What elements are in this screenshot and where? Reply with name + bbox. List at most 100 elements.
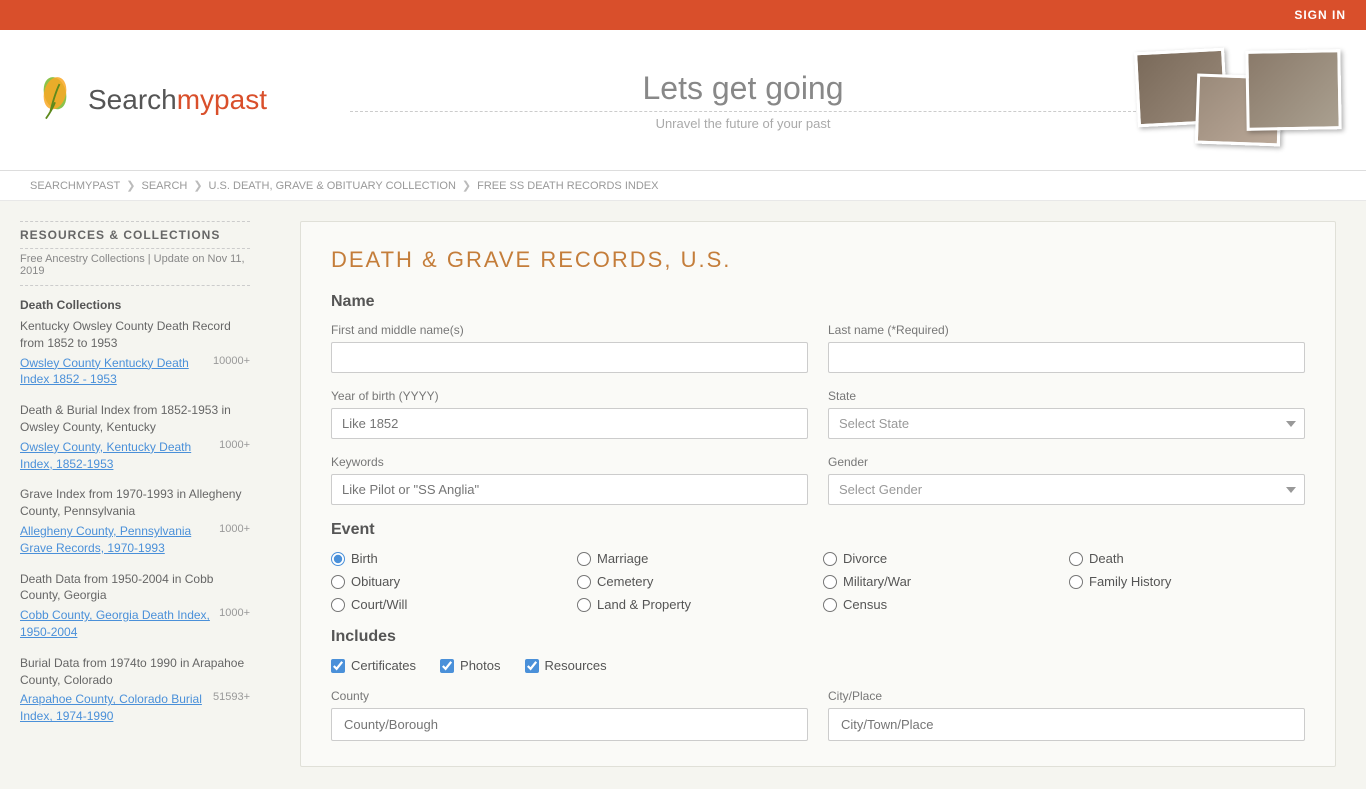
first-name-input[interactable] xyxy=(331,342,808,373)
event-marriage-radio[interactable] xyxy=(577,552,591,566)
event-census[interactable]: Census xyxy=(823,597,1059,612)
list-item: Death & Burial Index from 1852-1953 in O… xyxy=(20,402,250,472)
event-divorce-label: Divorce xyxy=(843,551,887,566)
year-label: Year of birth (YYYY) xyxy=(331,389,808,403)
header: Searchmypast Lets get going Unravel the … xyxy=(0,30,1366,171)
event-census-radio[interactable] xyxy=(823,598,837,612)
breadcrumb-home[interactable]: SEARCHMYPAST xyxy=(30,180,120,192)
sidebar-item-link[interactable]: Arapahoe County, Colorado Burial Index, … xyxy=(20,691,207,725)
keywords-input[interactable] xyxy=(331,474,808,505)
city-group: City/Place xyxy=(828,689,1305,741)
last-name-label: Last name (*Required) xyxy=(828,323,1305,337)
includes-section: Includes Certificates Photos Resources xyxy=(331,628,1305,673)
county-label: County xyxy=(331,689,808,703)
sidebar-item-link-row: Cobb County, Georgia Death Index, 1950-2… xyxy=(20,607,250,641)
include-photos-checkbox[interactable] xyxy=(440,659,454,673)
state-group: State Select State AlabamaAlaskaArizona … xyxy=(828,389,1305,439)
include-resources-checkbox[interactable] xyxy=(525,659,539,673)
content: DEATH & GRAVE RECORDS, U.S. Name First a… xyxy=(270,201,1366,789)
sidebar-item-link-row: Owsley County Kentucky Death Index 1852 … xyxy=(20,355,250,389)
include-photos[interactable]: Photos xyxy=(440,658,500,673)
sidebar-item-count: 1000+ xyxy=(219,607,250,619)
first-name-group: First and middle name(s) xyxy=(331,323,808,373)
breadcrumb-sep-3: ❯ xyxy=(462,179,471,192)
event-military[interactable]: Military/War xyxy=(823,574,1059,589)
tagline-area: Lets get going Unravel the future of you… xyxy=(310,70,1136,131)
event-marriage-label: Marriage xyxy=(597,551,648,566)
logo-icon xyxy=(30,75,80,125)
breadcrumb: SEARCHMYPAST ❯ SEARCH ❯ U.S. DEATH, GRAV… xyxy=(0,171,1366,201)
include-certificates-checkbox[interactable] xyxy=(331,659,345,673)
event-family-radio[interactable] xyxy=(1069,575,1083,589)
event-birth[interactable]: Birth xyxy=(331,551,567,566)
form-panel: DEATH & GRAVE RECORDS, U.S. Name First a… xyxy=(300,221,1336,767)
sidebar-item-count: 1000+ xyxy=(219,439,250,451)
event-marriage[interactable]: Marriage xyxy=(577,551,813,566)
include-resources[interactable]: Resources xyxy=(525,658,607,673)
event-birth-radio[interactable] xyxy=(331,552,345,566)
event-land[interactable]: Land & Property xyxy=(577,597,813,612)
event-radio-grid: Birth Marriage Divorce Death xyxy=(331,551,1305,612)
event-court-label: Court/Will xyxy=(351,597,407,612)
event-cemetery[interactable]: Cemetery xyxy=(577,574,813,589)
logo-area: Searchmypast xyxy=(30,75,310,125)
gender-group: Gender Select Gender Male Female xyxy=(828,455,1305,505)
event-obituary-radio[interactable] xyxy=(331,575,345,589)
year-input[interactable] xyxy=(331,408,808,439)
sidebar-item-link[interactable]: Allegheny County, Pennsylvania Grave Rec… xyxy=(20,523,213,557)
city-label: City/Place xyxy=(828,689,1305,703)
county-group: County xyxy=(331,689,808,741)
breadcrumb-search[interactable]: SEARCH xyxy=(141,180,187,192)
event-land-label: Land & Property xyxy=(597,597,691,612)
event-military-radio[interactable] xyxy=(823,575,837,589)
event-family-label: Family History xyxy=(1089,574,1171,589)
top-bar: SIGN IN xyxy=(0,0,1366,30)
sidebar-section-title: RESOURCES & COLLECTIONS xyxy=(20,221,250,249)
event-death-radio[interactable] xyxy=(1069,552,1083,566)
keywords-group: Keywords xyxy=(331,455,808,505)
sidebar-subtitle: Free Ancestry Collections | Update on No… xyxy=(20,253,250,286)
sidebar-item-desc: Death & Burial Index from 1852-1953 in O… xyxy=(20,402,250,436)
breadcrumb-current[interactable]: FREE SS DEATH RECORDS INDEX xyxy=(477,180,658,192)
keywords-label: Keywords xyxy=(331,455,808,469)
last-name-input[interactable] xyxy=(828,342,1305,373)
state-label: State xyxy=(828,389,1305,403)
event-court-radio[interactable] xyxy=(331,598,345,612)
sidebar-item-link[interactable]: Cobb County, Georgia Death Index, 1950-2… xyxy=(20,607,213,641)
sidebar-category: Death Collections xyxy=(20,298,250,312)
signin-link[interactable]: SIGN IN xyxy=(1294,8,1346,22)
event-cemetery-label: Cemetery xyxy=(597,574,653,589)
first-name-label: First and middle name(s) xyxy=(331,323,808,337)
county-input[interactable] xyxy=(331,708,808,741)
gender-select[interactable]: Select Gender Male Female xyxy=(828,474,1305,505)
photo-3 xyxy=(1245,49,1341,131)
event-divorce-radio[interactable] xyxy=(823,552,837,566)
event-obituary-label: Obituary xyxy=(351,574,400,589)
name-row: First and middle name(s) Last name (*Req… xyxy=(331,323,1305,373)
last-name-group: Last name (*Required) xyxy=(828,323,1305,373)
sidebar-item-link[interactable]: Owsley County Kentucky Death Index 1852 … xyxy=(20,355,207,389)
event-birth-label: Birth xyxy=(351,551,378,566)
sidebar-item-count: 51593+ xyxy=(213,691,250,703)
sidebar-item-link[interactable]: Owsley County, Kentucky Death Index, 185… xyxy=(20,439,213,473)
breadcrumb-collection[interactable]: U.S. DEATH, GRAVE & OBITUARY COLLECTION xyxy=(209,180,456,192)
state-select[interactable]: Select State AlabamaAlaskaArizona Arkans… xyxy=(828,408,1305,439)
event-divorce[interactable]: Divorce xyxy=(823,551,1059,566)
include-resources-label: Resources xyxy=(545,658,607,673)
event-court[interactable]: Court/Will xyxy=(331,597,567,612)
sidebar-item-desc: Grave Index from 1970-1993 in Allegheny … xyxy=(20,486,250,520)
event-census-label: Census xyxy=(843,597,887,612)
event-family[interactable]: Family History xyxy=(1069,574,1305,589)
breadcrumb-sep-1: ❯ xyxy=(126,179,135,192)
event-death[interactable]: Death xyxy=(1069,551,1305,566)
sidebar-item-link-row: Arapahoe County, Colorado Burial Index, … xyxy=(20,691,250,725)
city-input[interactable] xyxy=(828,708,1305,741)
event-cemetery-radio[interactable] xyxy=(577,575,591,589)
list-item: Burial Data from 1974to 1990 in Arapahoe… xyxy=(20,655,250,725)
event-obituary[interactable]: Obituary xyxy=(331,574,567,589)
event-land-radio[interactable] xyxy=(577,598,591,612)
breadcrumb-sep-2: ❯ xyxy=(193,179,202,192)
header-photos xyxy=(1136,45,1336,155)
include-certificates[interactable]: Certificates xyxy=(331,658,416,673)
year-state-row: Year of birth (YYYY) State Select State … xyxy=(331,389,1305,439)
